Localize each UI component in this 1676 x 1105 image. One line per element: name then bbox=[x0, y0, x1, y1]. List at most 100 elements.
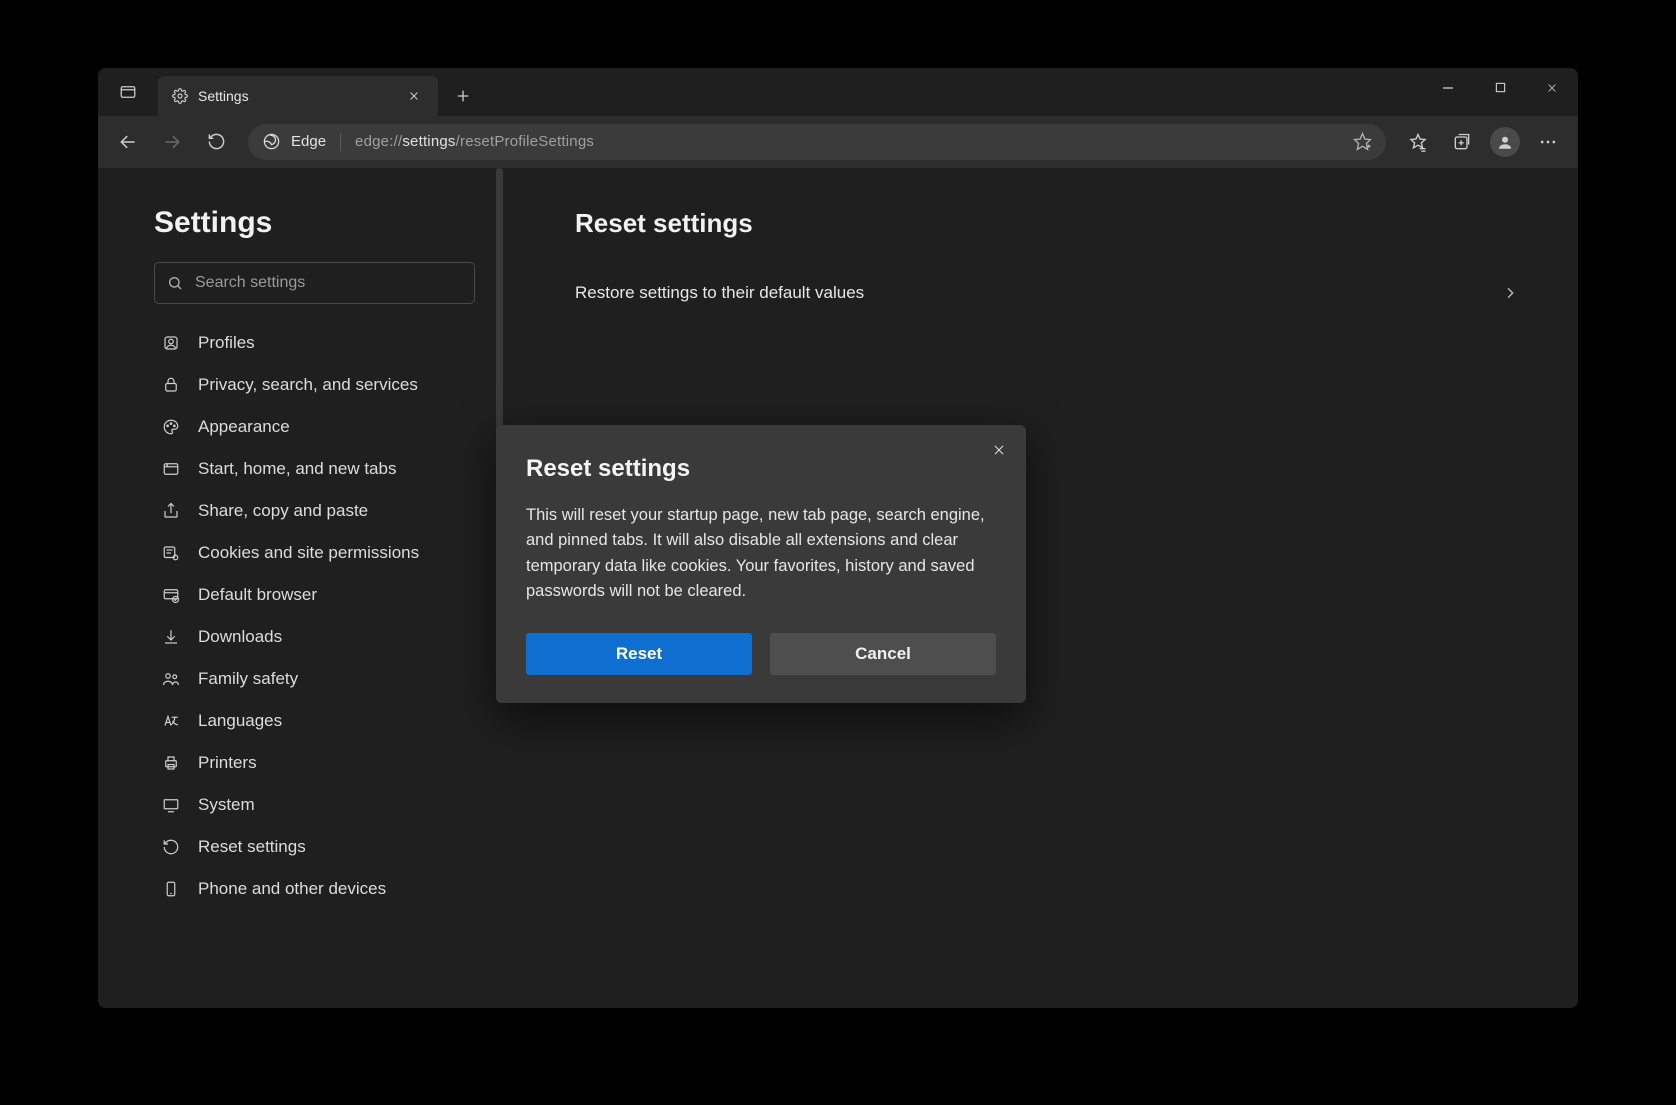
nav-cookies[interactable]: Cookies and site permissions bbox=[154, 532, 475, 574]
window-maximize-button[interactable] bbox=[1474, 68, 1526, 108]
dialog-buttons: Reset Cancel bbox=[526, 633, 996, 675]
reset-button[interactable]: Reset bbox=[526, 633, 752, 675]
reset-icon bbox=[160, 838, 182, 856]
nav-share-copy[interactable]: Share, copy and paste bbox=[154, 490, 475, 532]
nav-system[interactable]: System bbox=[154, 784, 475, 826]
address-scheme-label: Edge bbox=[291, 133, 326, 150]
tab-overview-icon bbox=[119, 83, 137, 101]
nav-label: Privacy, search, and services bbox=[198, 375, 418, 395]
family-icon bbox=[160, 670, 182, 688]
ellipsis-icon bbox=[1538, 132, 1558, 152]
nav-label: System bbox=[198, 795, 255, 815]
nav-label: Share, copy and paste bbox=[198, 501, 368, 521]
star-lines-icon bbox=[1408, 132, 1428, 152]
settings-sidebar: Settings Profiles Privacy, search, and s… bbox=[98, 168, 503, 1008]
plus-icon bbox=[455, 88, 471, 104]
edge-logo-icon bbox=[262, 132, 281, 151]
nav-phone[interactable]: Phone and other devices bbox=[154, 868, 475, 910]
palette-icon bbox=[160, 418, 182, 436]
collections-icon bbox=[1452, 132, 1472, 152]
tab-settings[interactable]: Settings bbox=[158, 76, 438, 116]
browser-check-icon bbox=[160, 586, 182, 604]
nav-family[interactable]: Family safety bbox=[154, 658, 475, 700]
restore-defaults-row[interactable]: Restore settings to their default values bbox=[575, 269, 1518, 317]
nav-label: Appearance bbox=[198, 417, 290, 437]
close-icon bbox=[1546, 82, 1558, 94]
nav-label: Default browser bbox=[198, 585, 317, 605]
monitor-icon bbox=[160, 796, 182, 814]
nav-appearance[interactable]: Appearance bbox=[154, 406, 475, 448]
settings-nav: Profiles Privacy, search, and services A… bbox=[154, 322, 475, 910]
favorites-button[interactable] bbox=[1398, 122, 1438, 162]
address-url: edge://settings/resetProfileSettings bbox=[355, 133, 594, 150]
tab-close-button[interactable] bbox=[402, 84, 426, 108]
printer-icon bbox=[160, 754, 182, 772]
reset-settings-dialog: Reset settings This will reset your star… bbox=[496, 425, 1026, 703]
nav-label: Start, home, and new tabs bbox=[198, 459, 396, 479]
maximize-icon bbox=[1495, 82, 1506, 93]
screenshot-frame: Settings bbox=[0, 0, 1676, 1105]
nav-start-home[interactable]: Start, home, and new tabs bbox=[154, 448, 475, 490]
nav-downloads[interactable]: Downloads bbox=[154, 616, 475, 658]
cookie-settings-icon bbox=[160, 544, 182, 562]
refresh-icon bbox=[207, 132, 226, 151]
settings-search[interactable] bbox=[154, 262, 475, 304]
row-label: Restore settings to their default values bbox=[575, 283, 864, 303]
dialog-title: Reset settings bbox=[526, 455, 996, 483]
url-path: /resetProfileSettings bbox=[456, 133, 594, 150]
dialog-close-button[interactable] bbox=[986, 437, 1012, 463]
nav-reset[interactable]: Reset settings bbox=[154, 826, 475, 868]
nav-label: Phone and other devices bbox=[198, 879, 386, 899]
refresh-button[interactable] bbox=[196, 122, 236, 162]
minimize-icon bbox=[1442, 82, 1454, 94]
profile-avatar-button[interactable] bbox=[1490, 127, 1520, 157]
settings-search-input[interactable] bbox=[195, 274, 462, 292]
close-icon bbox=[408, 90, 420, 102]
nav-default-browser[interactable]: Default browser bbox=[154, 574, 475, 616]
forward-button[interactable] bbox=[152, 122, 192, 162]
nav-profiles[interactable]: Profiles bbox=[154, 322, 475, 364]
window-close-button[interactable] bbox=[1526, 68, 1578, 108]
nav-label: Cookies and site permissions bbox=[198, 543, 419, 563]
nav-label: Printers bbox=[198, 753, 257, 773]
dialog-body: This will reset your startup page, new t… bbox=[526, 503, 996, 605]
close-icon bbox=[992, 443, 1006, 457]
window-controls bbox=[1422, 68, 1578, 108]
more-button[interactable] bbox=[1528, 122, 1568, 162]
nav-label: Languages bbox=[198, 711, 282, 731]
window-icon bbox=[160, 460, 182, 478]
page-heading: Reset settings bbox=[575, 208, 1518, 239]
share-icon bbox=[160, 502, 182, 520]
nav-label: Profiles bbox=[198, 333, 255, 353]
cancel-button[interactable]: Cancel bbox=[770, 633, 996, 675]
favorite-add-button[interactable] bbox=[1353, 132, 1372, 151]
back-button[interactable] bbox=[108, 122, 148, 162]
lock-icon bbox=[160, 376, 182, 394]
browser-window: Settings bbox=[98, 68, 1578, 1008]
toolbar: Edge edge://settings/resetProfileSetting… bbox=[98, 116, 1578, 168]
tab-strip: Settings bbox=[98, 68, 1578, 116]
search-icon bbox=[167, 275, 183, 291]
arrow-right-icon bbox=[162, 132, 182, 152]
nav-privacy[interactable]: Privacy, search, and services bbox=[154, 364, 475, 406]
nav-label: Reset settings bbox=[198, 837, 306, 857]
nav-label: Family safety bbox=[198, 669, 298, 689]
tab-overview-button[interactable] bbox=[98, 68, 158, 116]
url-host: settings bbox=[402, 133, 455, 150]
nav-label: Downloads bbox=[198, 627, 282, 647]
nav-printers[interactable]: Printers bbox=[154, 742, 475, 784]
address-separator bbox=[340, 133, 341, 151]
window-minimize-button[interactable] bbox=[1422, 68, 1474, 108]
collections-button[interactable] bbox=[1442, 122, 1482, 162]
nav-languages[interactable]: Languages bbox=[154, 700, 475, 742]
profile-icon bbox=[160, 334, 182, 352]
url-prefix: edge:// bbox=[355, 133, 402, 150]
new-tab-button[interactable] bbox=[446, 79, 480, 113]
address-bar[interactable]: Edge edge://settings/resetProfileSetting… bbox=[248, 124, 1386, 160]
arrow-left-icon bbox=[118, 132, 138, 152]
sidebar-title: Settings bbox=[154, 206, 475, 240]
gear-icon bbox=[172, 88, 188, 104]
person-icon bbox=[1496, 133, 1514, 151]
chevron-right-icon bbox=[1502, 285, 1518, 301]
download-icon bbox=[160, 628, 182, 646]
